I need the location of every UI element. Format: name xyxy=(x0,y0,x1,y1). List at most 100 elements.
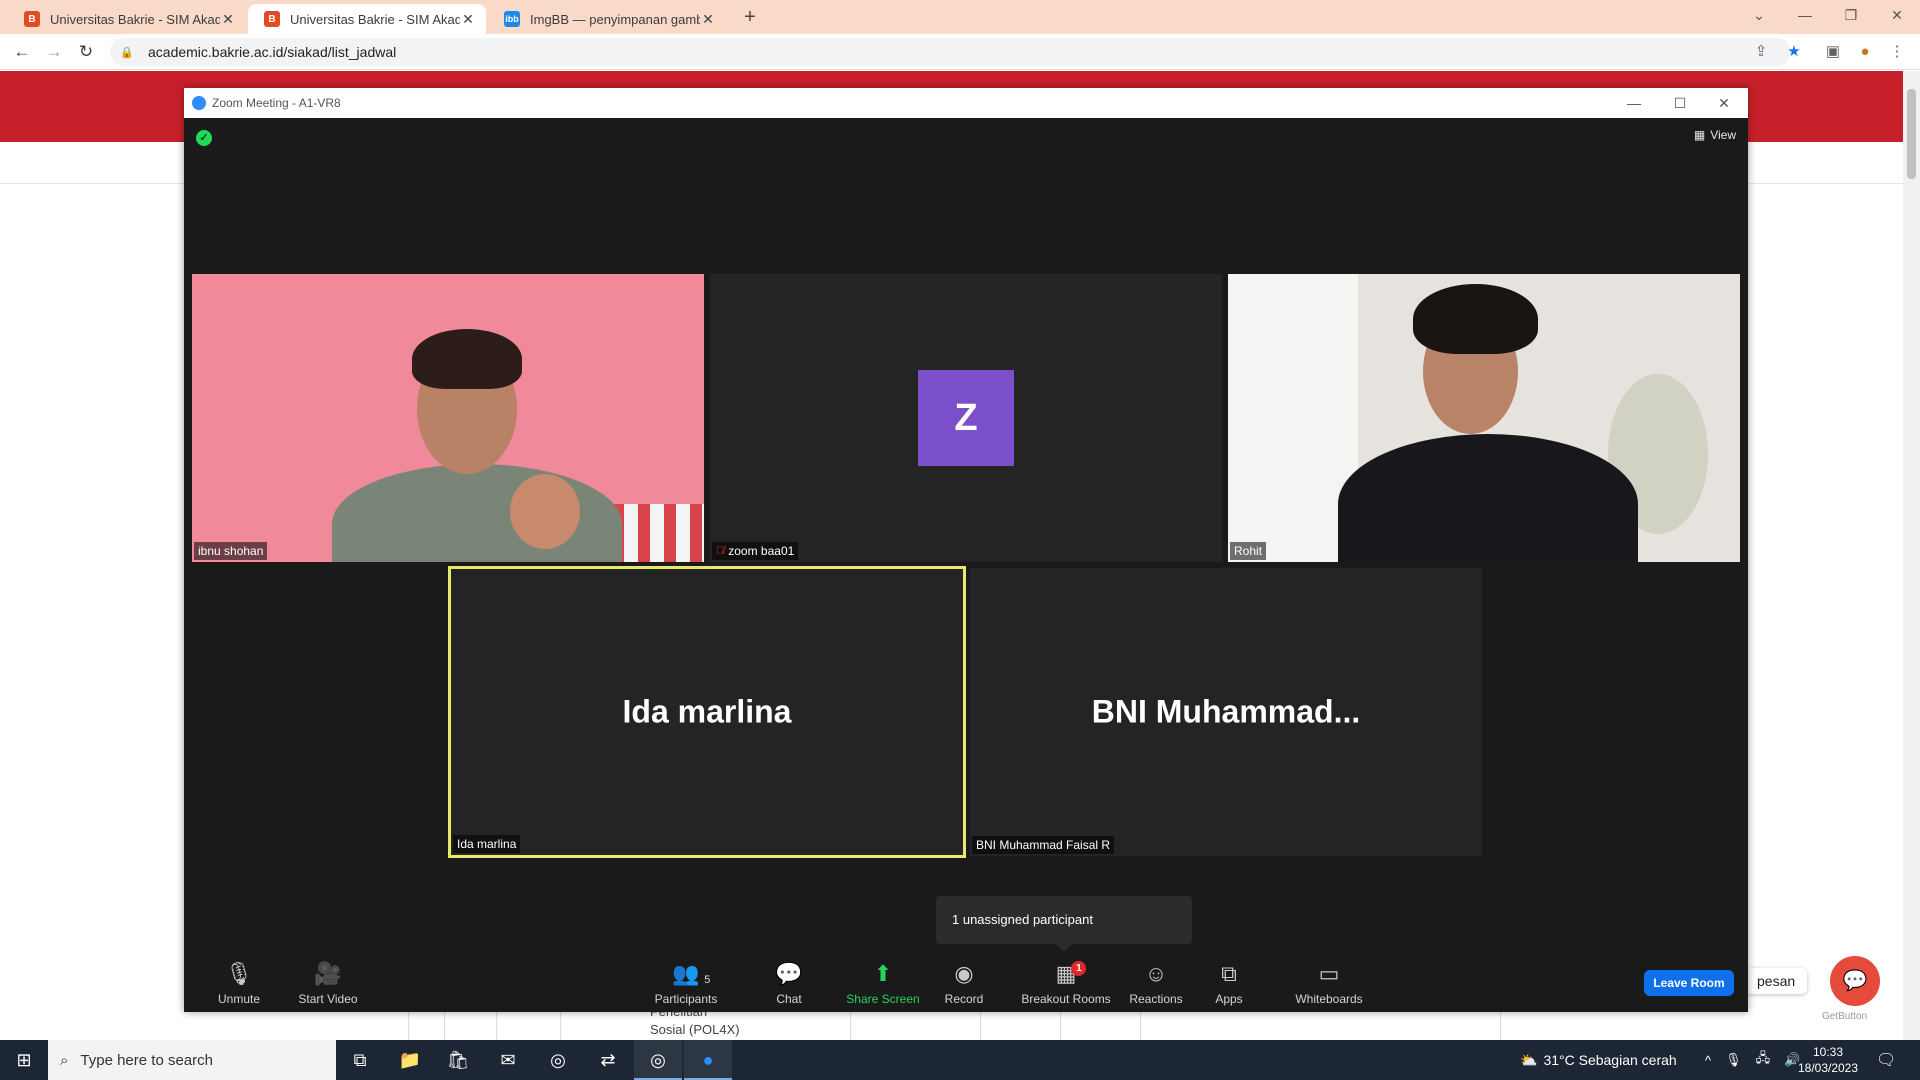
new-tab-button[interactable]: + xyxy=(738,6,762,30)
chrome-icon[interactable]: ◎ xyxy=(534,1040,582,1080)
person-hand xyxy=(510,474,580,549)
zoom-minimize-button[interactable]: — xyxy=(1614,90,1654,116)
chat-bubble-icon[interactable]: 💬 xyxy=(1830,956,1880,1006)
task-view-icon[interactable]: ⧉ xyxy=(336,1040,384,1080)
bookmark-star-icon[interactable]: ★ xyxy=(1785,43,1803,61)
share-screen-button[interactable]: ⬆ Share Screen xyxy=(843,950,923,1012)
browser-tab-2[interactable]: B Universitas Bakrie - SIM Akadem ✕ xyxy=(248,4,486,34)
page-scrollbar[interactable] xyxy=(1903,71,1920,1040)
schedule-table xyxy=(400,1010,1550,1041)
browser-tab-bar: B Universitas Bakrie - SIM Akadem ✕ B Un… xyxy=(0,0,1920,34)
unmute-button[interactable]: 🎙 Unmute xyxy=(204,950,274,1012)
video-tile-zoom-baa01[interactable]: Z 🎙̸ zoom baa01 xyxy=(710,274,1222,562)
zoom-taskbar-icon[interactable]: ● xyxy=(684,1040,732,1080)
apps-button[interactable]: ⧉ Apps xyxy=(1204,950,1254,1012)
whiteboard-icon: ▭ xyxy=(1318,961,1340,986)
participant-big-name: BNI Muhammad... xyxy=(1091,693,1361,730)
whiteboards-button[interactable]: ▭ Whiteboards xyxy=(1284,950,1374,1012)
menu-icon[interactable]: ⋮ xyxy=(1888,43,1906,61)
person-shirt xyxy=(1338,434,1638,562)
video-tile-rohit[interactable]: Rohit xyxy=(1228,274,1740,562)
table-cell xyxy=(1500,1011,1501,1041)
table-cell xyxy=(1060,1011,1061,1041)
breakout-rooms-label: Breakout Rooms xyxy=(1021,992,1111,1006)
participants-button[interactable]: 👥 5 Participants xyxy=(646,950,726,1012)
participant-name-tag: BNI Muhammad Faisal R xyxy=(972,836,1115,854)
participant-name-tag: Ida marlina xyxy=(453,835,521,853)
bakrie-icon: B xyxy=(264,11,280,27)
video-off-icon: 🎥 xyxy=(314,961,342,986)
bakrie-icon: B xyxy=(24,11,40,27)
reactions-button[interactable]: ☺ Reactions xyxy=(1121,950,1191,1012)
search-placeholder: Type here to search xyxy=(80,1051,213,1069)
mail-icon[interactable]: ✉ xyxy=(484,1040,532,1080)
chat-widget-label[interactable]: pesan xyxy=(1745,968,1808,994)
video-options-caret-icon[interactable]: ^ xyxy=(194,950,200,965)
close-tab-icon[interactable]: ✕ xyxy=(220,11,236,28)
muted-mic-icon: 🎙 xyxy=(225,961,253,986)
windows-taskbar: ⊞ ⌕ Type here to search ⧉ 📁 🛍 ✉ ◎ ⇄ ◎ ● … xyxy=(0,1040,1920,1080)
tab-title: ImgBB — penyimpanan gambar xyxy=(530,11,700,27)
tab-search-icon[interactable]: ⌄ xyxy=(1736,2,1782,30)
network-icon[interactable]: 🖧 xyxy=(1756,1049,1771,1071)
participant-name-tag: Rohit xyxy=(1230,542,1267,560)
breakout-rooms-button[interactable]: ▦ 1 Breakout Rooms xyxy=(1016,950,1116,1012)
minimize-button[interactable]: — xyxy=(1782,2,1828,30)
system-tray: ^ 🎙 🖧 🔊 xyxy=(1705,1040,1800,1080)
address-bar[interactable]: 🔒 academic.bakrie.ac.id/siakad/list_jadw… xyxy=(110,38,1791,66)
reload-icon[interactable]: ↻ xyxy=(74,40,98,64)
video-tile-bni-muhammad[interactable]: BNI Muhammad... BNI Muhammad Faisal R xyxy=(970,568,1482,856)
microsoft-store-icon[interactable]: 🛍 xyxy=(434,1040,482,1080)
profile-icon[interactable]: ● xyxy=(1856,43,1874,61)
zoom-logo-icon xyxy=(192,96,206,110)
getbutton-credit: GetButton xyxy=(1822,1011,1868,1022)
close-tab-icon[interactable]: ✕ xyxy=(460,11,476,28)
tab-title: Universitas Bakrie - SIM Akadem xyxy=(290,11,460,27)
show-hidden-icons-icon[interactable]: ^ xyxy=(1705,1053,1711,1068)
side-panel-icon[interactable]: ▣ xyxy=(1824,43,1842,61)
whiteboards-label: Whiteboards xyxy=(1295,992,1363,1006)
chat-icon: 💬 xyxy=(775,961,803,986)
video-tile-ida-marlina[interactable]: Ida marlina Ida marlina xyxy=(448,566,966,858)
scroll-thumb[interactable] xyxy=(1907,89,1916,179)
share-icon[interactable]: ⇪ xyxy=(1752,43,1770,61)
unassigned-participant-tooltip: 1 unassigned participant xyxy=(936,896,1192,952)
close-window-button[interactable]: ✕ xyxy=(1874,2,1920,30)
start-video-button[interactable]: 🎥 Start Video xyxy=(288,950,368,1012)
view-button[interactable]: ▦ View xyxy=(1694,128,1736,142)
forward-icon[interactable]: → xyxy=(42,40,66,64)
weather-icon: ⛅ xyxy=(1520,1051,1538,1068)
windows-start-icon[interactable]: ⊞ xyxy=(0,1040,48,1080)
clock[interactable]: 10:33 18/03/2023 xyxy=(1796,1044,1860,1076)
tab-title: Universitas Bakrie - SIM Akadem xyxy=(50,11,220,27)
url-text: academic.bakrie.ac.id/siakad/list_jadwal xyxy=(148,44,397,60)
file-explorer-icon[interactable]: 📁 xyxy=(386,1040,434,1080)
clock-date: 18/03/2023 xyxy=(1797,1061,1859,1075)
participant-name: Rohit xyxy=(1234,544,1263,558)
weather-text: 31°C Sebagian cerah xyxy=(1543,1052,1677,1068)
browser-tab-1[interactable]: B Universitas Bakrie - SIM Akadem ✕ xyxy=(8,4,246,34)
chrome-profile-icon[interactable]: ◎ xyxy=(634,1040,682,1080)
zoom-meeting-window: Zoom Meeting - A1-VR8 — ☐ ✕ ✓ ▦ View ibn… xyxy=(184,88,1748,1012)
apps-label: Apps xyxy=(1215,992,1243,1006)
restore-button[interactable]: ❐ xyxy=(1828,2,1874,30)
encryption-shield-icon[interactable]: ✓ xyxy=(196,130,212,146)
leave-room-button[interactable]: Leave Room xyxy=(1644,970,1734,996)
audio-options-caret-icon[interactable]: ^ xyxy=(184,950,190,965)
taskbar-search-box[interactable]: ⌕ Type here to search xyxy=(48,1040,336,1080)
lock-icon: 🔒 xyxy=(120,46,134,59)
teamviewer-icon[interactable]: ⇄ xyxy=(584,1040,632,1080)
notification-icon[interactable]: 🗨 xyxy=(1876,1050,1896,1070)
record-button[interactable]: ◉ Record xyxy=(934,950,994,1012)
microphone-icon[interactable]: 🎙 xyxy=(1725,1052,1742,1068)
weather-widget[interactable]: ⛅ 31°C Sebagian cerah xyxy=(1520,1040,1677,1080)
chat-button[interactable]: 💬 Chat xyxy=(764,950,814,1012)
close-tab-icon[interactable]: ✕ xyxy=(700,11,716,28)
back-icon[interactable]: ← xyxy=(10,40,34,64)
zoom-close-button[interactable]: ✕ xyxy=(1704,90,1744,116)
browser-tab-3[interactable]: ibb ImgBB — penyimpanan gambar ✕ xyxy=(488,4,726,34)
zoom-maximize-button[interactable]: ☐ xyxy=(1660,90,1700,116)
video-tile-ibnu-shohan[interactable]: ibnu shohan xyxy=(192,274,704,562)
zoom-toolbar: 🎙 Unmute ^ 🎥 Start Video ^ 👥 5 Participan… xyxy=(184,950,1748,1012)
breakout-badge: 1 xyxy=(1071,961,1087,976)
